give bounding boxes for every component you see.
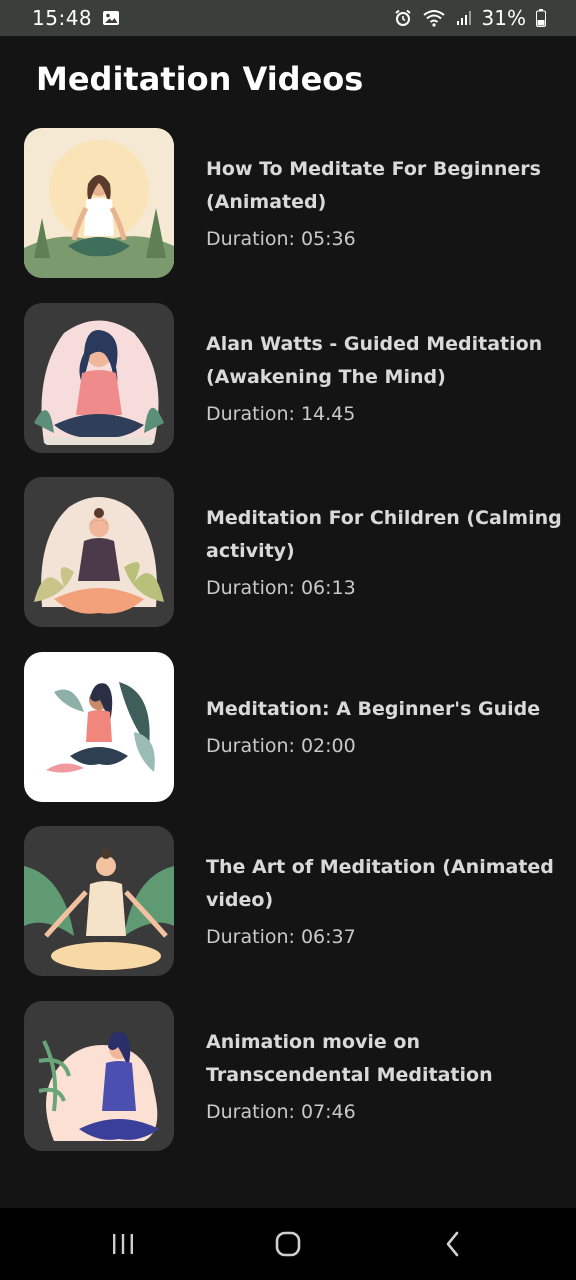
video-info: Animation movie on Transcendental Medita…	[206, 1001, 564, 1151]
video-duration: Duration: 06:37	[206, 926, 356, 949]
video-title[interactable]: Meditation For Children (Calming activit…	[206, 502, 564, 568]
video-title[interactable]: How To Meditate For Beginners (Animated)	[206, 153, 564, 219]
recent-apps-icon	[110, 1232, 136, 1256]
video-info: Meditation: A Beginner's Guide Duration:…	[206, 652, 564, 802]
video-title[interactable]: Animation movie on Transcendental Medita…	[206, 1026, 564, 1092]
video-title[interactable]: The Art of Meditation (Animated video)	[206, 851, 564, 917]
page-title: Meditation Videos	[36, 60, 364, 98]
video-info: How To Meditate For Beginners (Animated)…	[206, 128, 564, 278]
video-thumbnail[interactable]	[24, 826, 174, 977]
video-list: How To Meditate For Beginners (Animated)…	[0, 128, 576, 1176]
wifi-icon	[422, 9, 446, 27]
video-info: Meditation For Children (Calming activit…	[206, 477, 564, 627]
video-duration: Duration: 07:46	[206, 1100, 356, 1123]
video-thumbnail[interactable]	[24, 1000, 174, 1151]
video-thumbnail[interactable]	[24, 651, 174, 802]
status-bar: 15:48 31%	[0, 0, 576, 36]
video-thumbnail[interactable]	[24, 128, 174, 278]
video-duration: Duration: 14.45	[206, 402, 356, 425]
gallery-icon	[102, 10, 120, 26]
video-item[interactable]: The Art of Meditation (Animated video) D…	[0, 826, 576, 977]
video-title[interactable]: Meditation: A Beginner's Guide	[206, 693, 564, 726]
video-item[interactable]: Meditation: A Beginner's Guide Duration:…	[0, 651, 576, 802]
video-duration: Duration: 05:36	[206, 228, 356, 250]
video-item[interactable]: How To Meditate For Beginners (Animated)…	[0, 128, 576, 278]
recent-apps-button[interactable]	[78, 1214, 168, 1274]
video-duration: Duration: 06:13	[206, 577, 356, 600]
battery-percent: 31%	[481, 6, 526, 30]
status-bar-right: 31%	[394, 6, 546, 30]
video-duration: Duration: 02:00	[206, 735, 356, 758]
video-item[interactable]: Animation movie on Transcendental Medita…	[0, 1000, 576, 1151]
video-item[interactable]: Meditation For Children (Calming activit…	[0, 477, 576, 628]
video-item[interactable]: Alan Watts - Guided Meditation (Awakenin…	[0, 302, 576, 453]
back-button[interactable]	[408, 1214, 498, 1274]
battery-icon	[536, 9, 546, 27]
video-thumbnail[interactable]	[24, 302, 174, 453]
video-info: The Art of Meditation (Animated video) D…	[206, 826, 564, 976]
video-title[interactable]: Alan Watts - Guided Meditation (Awakenin…	[206, 328, 564, 394]
back-icon	[443, 1230, 463, 1258]
video-info: Alan Watts - Guided Meditation (Awakenin…	[206, 303, 564, 453]
alarm-icon	[394, 9, 412, 27]
status-bar-left: 15:48	[32, 6, 120, 30]
status-time: 15:48	[32, 6, 93, 30]
navigation-bar	[0, 1208, 576, 1280]
video-thumbnail[interactable]	[24, 477, 174, 628]
signal-icon	[456, 10, 472, 26]
home-icon	[274, 1230, 302, 1258]
home-button[interactable]	[243, 1214, 333, 1274]
